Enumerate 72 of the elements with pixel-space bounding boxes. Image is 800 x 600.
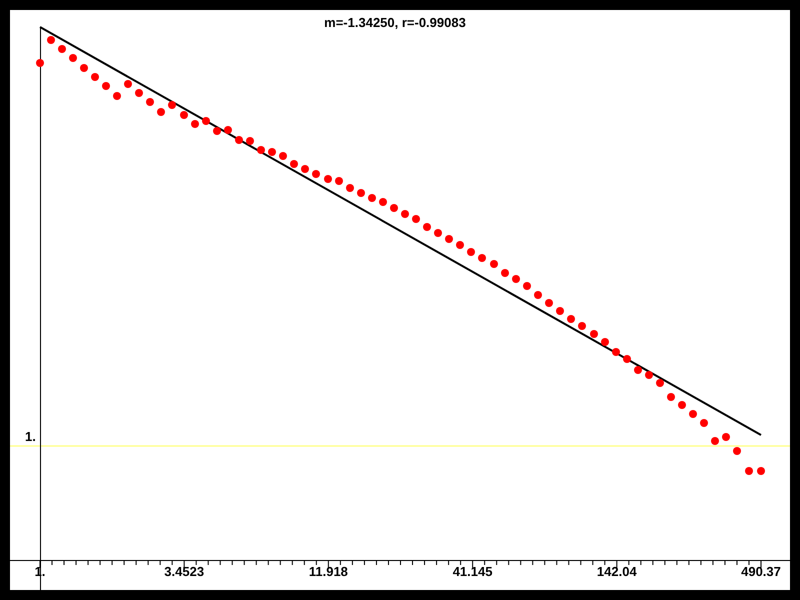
data-point <box>534 291 542 299</box>
data-point <box>69 54 77 62</box>
data-point <box>335 177 343 185</box>
data-point <box>346 184 354 192</box>
data-point <box>36 59 44 67</box>
data-point <box>202 117 210 125</box>
chart-title: m=-1.34250, r=-0.99083 <box>323 15 467 31</box>
data-point <box>235 136 243 144</box>
data-point <box>656 379 664 387</box>
data-point <box>324 175 332 183</box>
data-point <box>700 419 708 427</box>
data-point <box>401 210 409 218</box>
data-point <box>634 366 642 374</box>
data-point <box>390 204 398 212</box>
data-point <box>47 36 55 44</box>
data-point <box>58 45 66 53</box>
data-point <box>490 260 498 268</box>
data-point <box>157 108 165 116</box>
data-point <box>512 275 520 283</box>
data-point <box>80 64 88 72</box>
data-point <box>368 194 376 202</box>
data-point <box>722 433 730 441</box>
data-point <box>667 393 675 401</box>
data-point <box>456 241 464 249</box>
data-point <box>257 146 265 154</box>
data-point <box>567 315 575 323</box>
data-point <box>412 215 420 223</box>
data-point <box>301 165 309 173</box>
data-point <box>312 170 320 178</box>
data-point <box>590 330 598 338</box>
data-point <box>678 401 686 409</box>
data-point <box>445 235 453 243</box>
data-point <box>102 82 110 90</box>
data-point <box>434 229 442 237</box>
data-point <box>523 282 531 290</box>
data-point <box>612 348 620 356</box>
data-point <box>168 101 176 109</box>
data-point <box>279 152 287 160</box>
data-point <box>578 322 586 330</box>
data-point <box>689 410 697 418</box>
data-point <box>146 98 154 106</box>
data-point <box>556 307 564 315</box>
data-point <box>113 92 121 100</box>
data-point <box>733 447 741 455</box>
data-point <box>745 467 753 475</box>
data-point <box>467 248 475 256</box>
data-point <box>246 137 254 145</box>
data-point <box>135 89 143 97</box>
data-point <box>711 437 719 445</box>
data-point <box>645 371 653 379</box>
x-tick-label: 41.145 <box>452 564 494 580</box>
x-tick-label: 11.918 <box>308 564 349 580</box>
x-tick-label: 3.4523 <box>163 564 206 580</box>
data-point <box>290 160 298 168</box>
data-point <box>423 223 431 231</box>
data-point <box>191 120 199 128</box>
data-point <box>213 127 221 135</box>
x-tick-label: 490.37 <box>740 564 782 580</box>
data-point <box>501 269 509 277</box>
data-point <box>478 254 486 262</box>
data-point <box>757 467 765 475</box>
data-point <box>224 126 232 134</box>
data-point <box>601 338 609 346</box>
data-point <box>379 198 387 206</box>
data-point <box>268 148 276 156</box>
data-point <box>545 299 553 307</box>
data-point <box>124 80 132 88</box>
data-point <box>623 355 631 363</box>
data-point <box>91 73 99 81</box>
x-tick-label: 142.04 <box>596 564 638 580</box>
data-point <box>180 111 188 119</box>
data-point <box>357 189 365 197</box>
